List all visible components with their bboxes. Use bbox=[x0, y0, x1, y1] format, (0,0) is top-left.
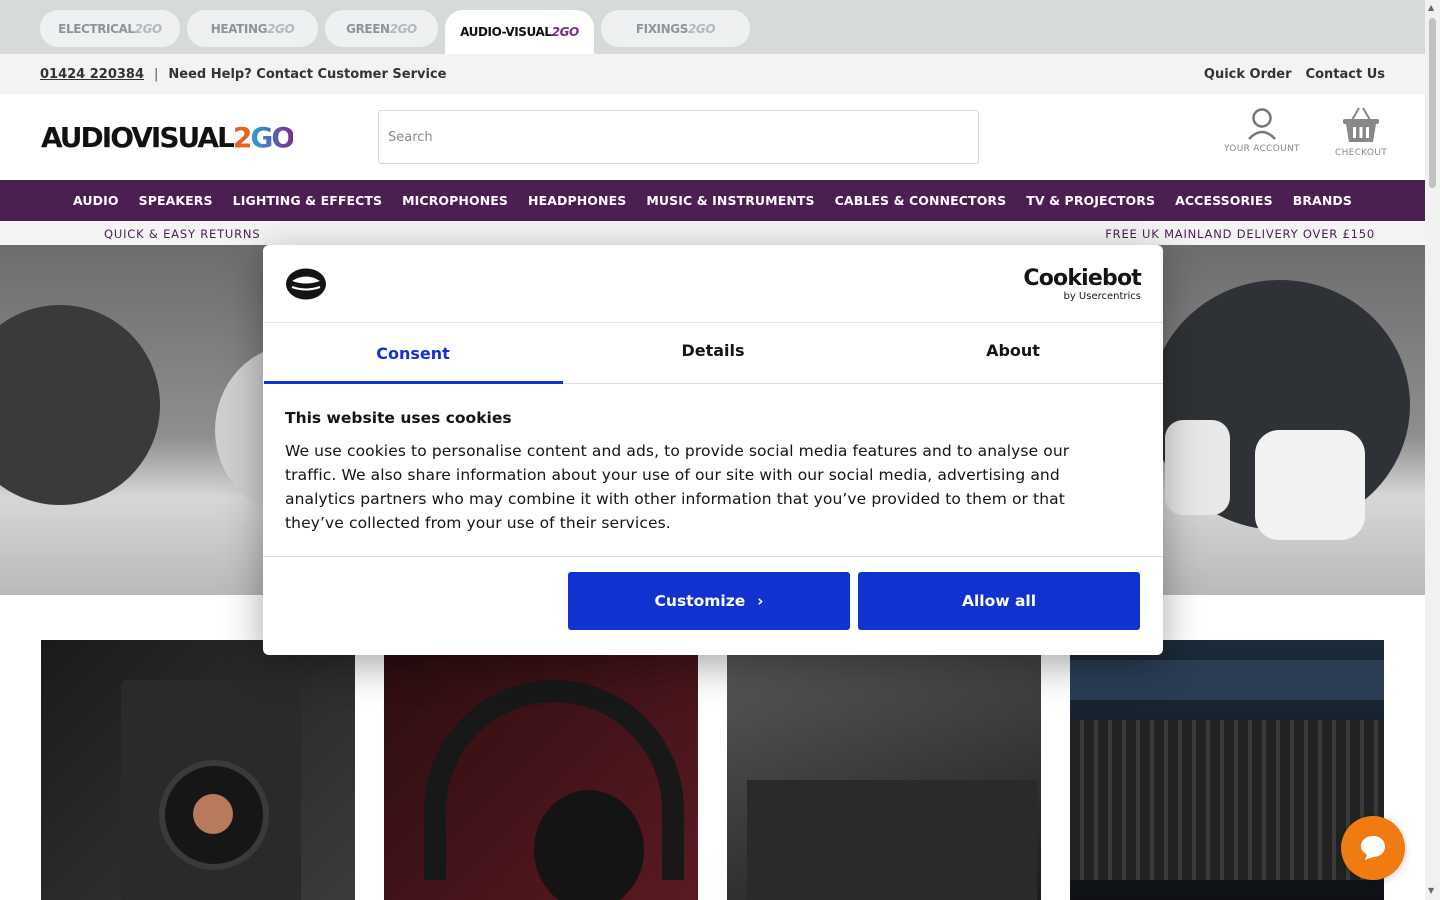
cookie-dialog-body: We use cookies to personalise content an… bbox=[285, 442, 1070, 532]
cookiebot-byline: by Usercentrics bbox=[1063, 291, 1141, 302]
customize-label: Customize bbox=[654, 592, 746, 610]
cookie-consent-dialog: Cookiebot by Usercentrics Consent Detail… bbox=[263, 245, 1163, 655]
scroll-up-icon[interactable]: ▲ bbox=[1428, 3, 1434, 12]
allow-all-label: Allow all bbox=[961, 592, 1037, 610]
chat-icon bbox=[1361, 836, 1385, 860]
scrollbar-thumb[interactable] bbox=[1429, 18, 1436, 188]
cookiebot-brand: Cookiebot bbox=[1023, 266, 1141, 291]
customize-button[interactable]: Customize › bbox=[568, 572, 850, 630]
cookie-dialog-header: Cookiebot by Usercentrics bbox=[263, 245, 1163, 323]
tab-consent[interactable]: Consent bbox=[263, 323, 563, 384]
cookie-logo-icon bbox=[286, 268, 326, 300]
cookie-dialog-title: This website uses cookies bbox=[285, 409, 512, 427]
chat-button[interactable] bbox=[1341, 816, 1405, 880]
scroll-down-icon[interactable]: ▼ bbox=[1428, 886, 1434, 895]
tab-details[interactable]: Details bbox=[563, 320, 863, 381]
allow-all-button[interactable]: Allow all bbox=[858, 572, 1140, 630]
page-scrollbar[interactable]: ▲ ▼ bbox=[1425, 0, 1440, 900]
chevron-right-icon: › bbox=[757, 592, 764, 610]
tab-about[interactable]: About bbox=[863, 320, 1163, 381]
cookie-tabs: Consent Details About bbox=[263, 323, 1163, 384]
cookie-dialog-divider bbox=[263, 556, 1163, 557]
cookiebot-logo[interactable]: Cookiebot by Usercentrics bbox=[1023, 267, 1141, 303]
